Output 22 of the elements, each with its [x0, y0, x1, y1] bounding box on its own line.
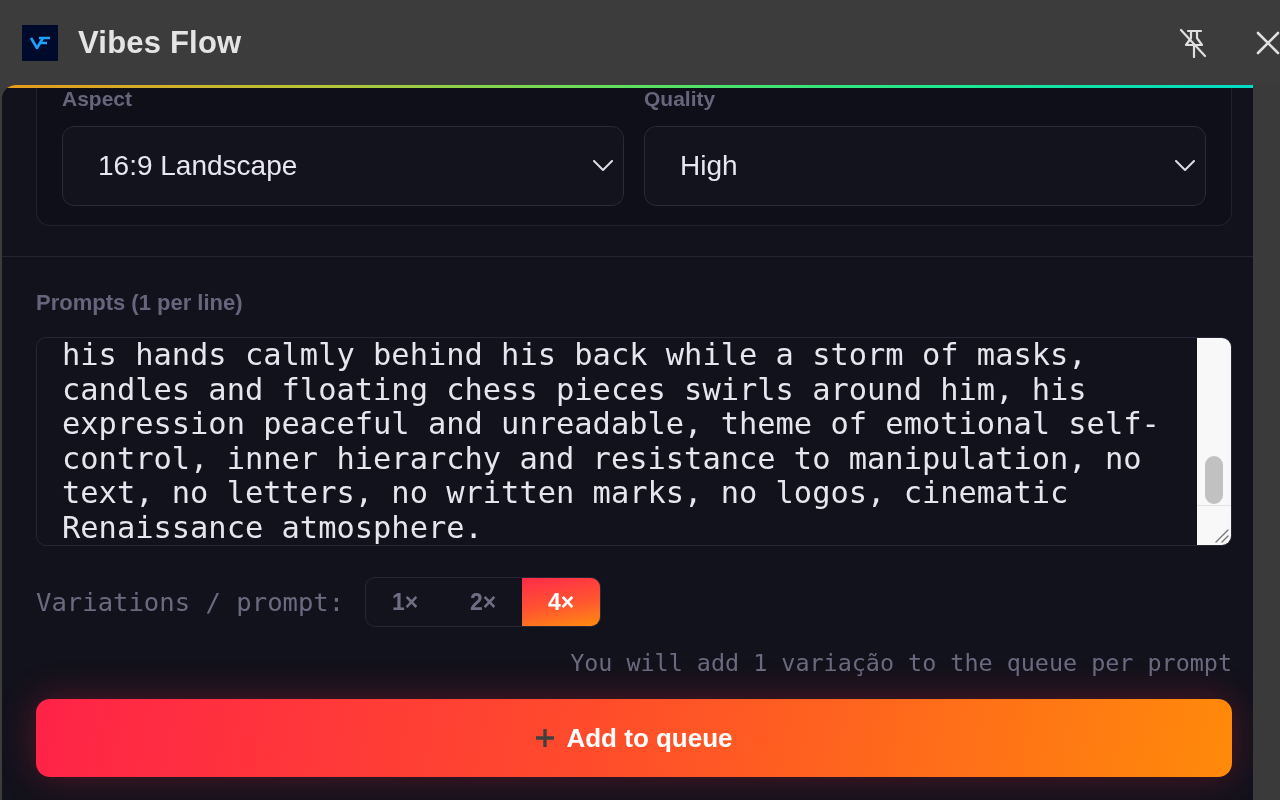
pin-off-icon[interactable]	[1179, 27, 1207, 58]
scrollbar[interactable]	[1197, 338, 1231, 545]
prompts-label: Prompts (1 per line)	[36, 291, 243, 315]
chevron-down-icon	[1175, 160, 1195, 172]
variation-option[interactable]: 1×	[366, 578, 445, 626]
app-logo	[22, 24, 58, 61]
plus-icon	[535, 728, 556, 748]
variation-option[interactable]: 4×	[522, 578, 601, 626]
close-icon[interactable]	[1256, 30, 1280, 55]
window-title: Vibes Flow	[78, 24, 242, 61]
scrollbar-thumb[interactable]	[1205, 456, 1223, 504]
add-to-queue-button[interactable]: Add to queue	[36, 699, 1232, 777]
queue-summary: You will add 1 variação to the queue per prompt	[570, 649, 1232, 677]
chevron-down-icon	[593, 160, 613, 172]
field-label: Quality	[644, 88, 716, 110]
resize-grip-icon[interactable]	[1215, 529, 1229, 543]
variation-option[interactable]: 2×	[444, 578, 523, 626]
variations-label: Variations / prompt:	[36, 587, 345, 617]
dropdown[interactable]: 16:9 Landscape	[62, 126, 624, 206]
prompt-text: his hands calmly behind his back while a storm of masks, candles and floating chess pieces swirls around him, his expression peaceful and unreadable, theme of emotional self-control, inner hierarchy and resistance to manipulation, no text, no letters, no written marks, no logos, cinematic Renaissance atmosphere.	[61, 338, 1161, 545]
dropdown[interactable]: High	[644, 126, 1206, 206]
field-label: Aspect	[62, 88, 133, 110]
